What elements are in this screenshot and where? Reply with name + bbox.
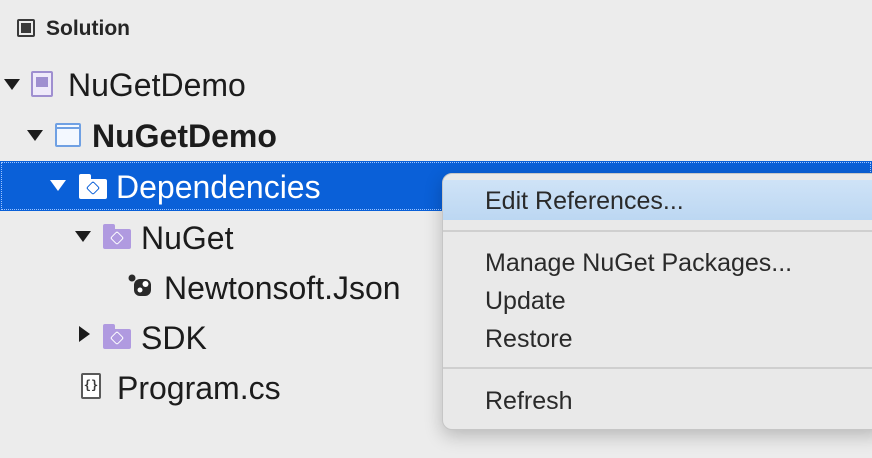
pad-title: Solution (46, 17, 130, 40)
nuget-label: NuGet (141, 220, 234, 256)
expander-sdk[interactable] (79, 326, 90, 342)
solution-pad-icon (17, 19, 35, 37)
menu-item-label: Restore (485, 325, 573, 353)
csharp-file-icon: {} (81, 373, 101, 399)
newtonsoft-label: Newtonsoft.Json (164, 270, 401, 306)
menu-item-label: Update (485, 287, 566, 315)
menu-item-restore[interactable]: Restore (443, 318, 872, 358)
context-menu: Edit References... Manage NuGet Packages… (442, 173, 872, 430)
program-label: Program.cs (117, 370, 281, 406)
solution-label: NuGetDemo (68, 67, 246, 103)
menu-item-label: Manage NuGet Packages... (485, 249, 793, 277)
nuget-package-icon (128, 274, 151, 296)
expander-dependencies[interactable] (50, 180, 66, 191)
expander-project[interactable] (27, 130, 43, 141)
dependencies-label: Dependencies (116, 169, 321, 205)
nuget-folder-icon (103, 224, 131, 249)
menu-item-update[interactable]: Update (443, 280, 872, 320)
solution-pad-header: Solution (0, 0, 872, 60)
menu-item-label: Refresh (485, 387, 573, 415)
tree-row-project[interactable]: NuGetDemo (0, 110, 872, 160)
solution-icon (31, 71, 53, 97)
sdk-label: SDK (141, 320, 207, 356)
sdk-folder-icon (103, 324, 131, 349)
menu-item-label: Edit References... (485, 187, 684, 215)
menu-item-manage-nuget-packages[interactable]: Manage NuGet Packages... (443, 242, 872, 282)
menu-item-refresh[interactable]: Refresh (443, 380, 872, 420)
expander-nuget[interactable] (75, 231, 91, 242)
project-label: NuGetDemo (92, 118, 277, 154)
tree-row-solution[interactable]: NuGetDemo (0, 59, 872, 109)
project-icon (55, 123, 81, 147)
menu-separator (443, 230, 872, 232)
menu-item-edit-references[interactable]: Edit References... (443, 180, 872, 220)
dependencies-folder-icon (79, 174, 107, 199)
expander-solution[interactable] (4, 79, 20, 90)
menu-separator (443, 367, 872, 369)
